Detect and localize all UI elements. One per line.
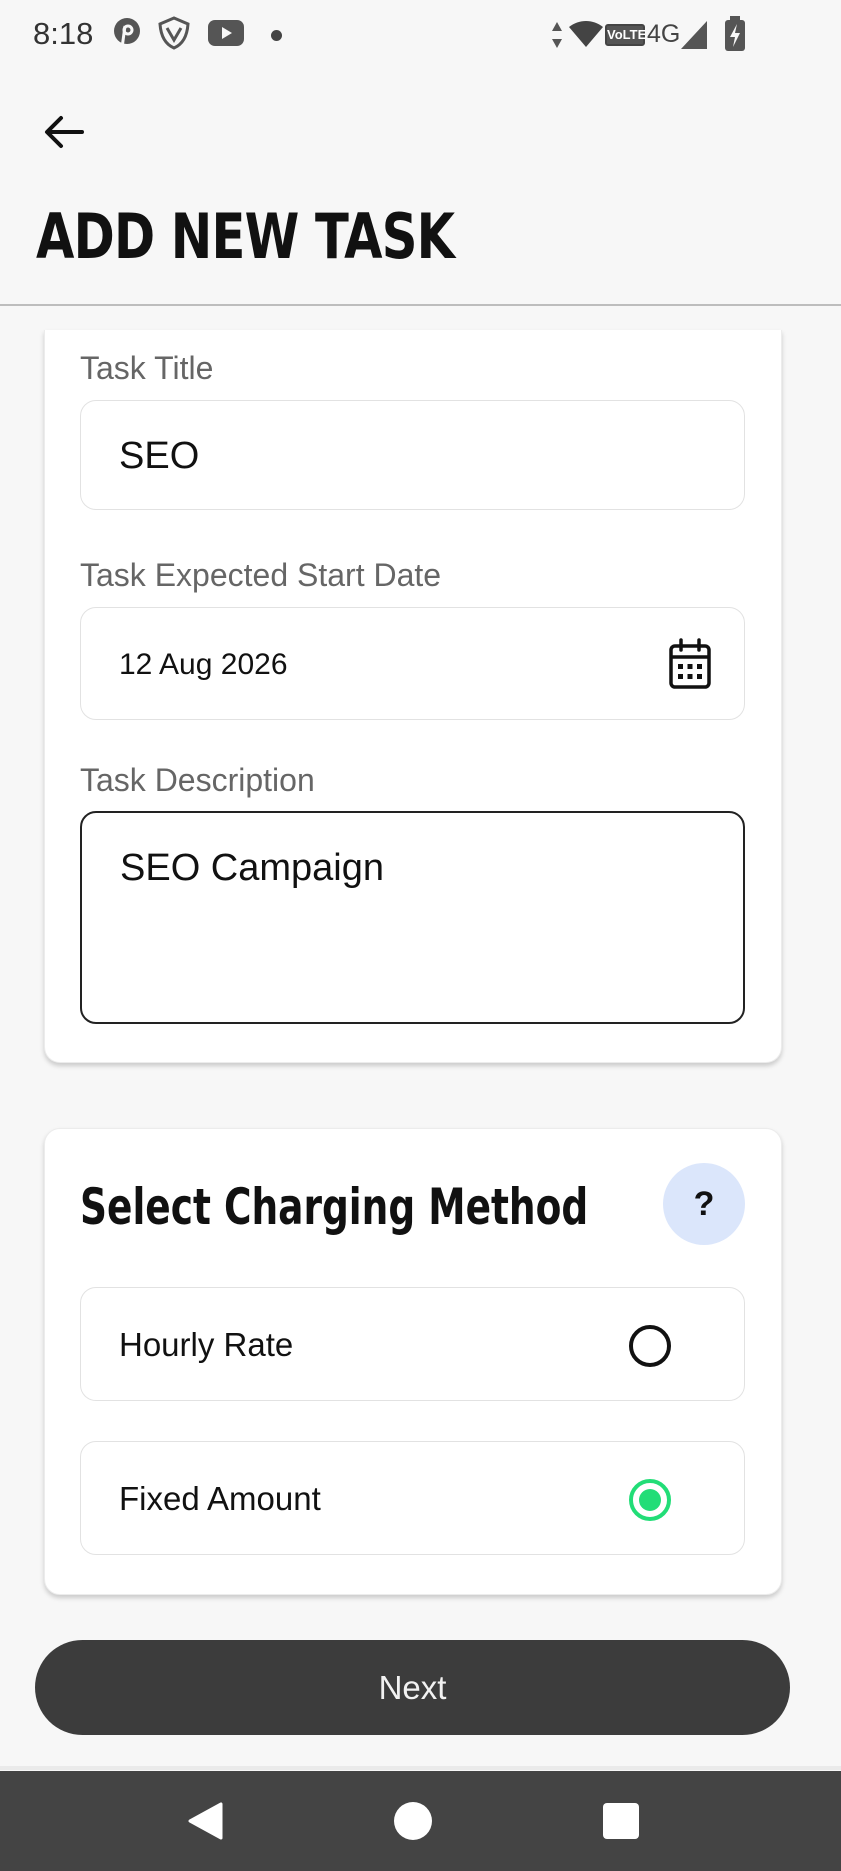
description-value: SEO Campaign: [120, 847, 385, 889]
task-title-input[interactable]: SEO: [80, 400, 745, 510]
volte-icon: VoLTE: [605, 24, 646, 46]
home-circle-icon: [394, 1802, 432, 1840]
notification-dot: [271, 30, 282, 41]
back-button[interactable]: [36, 104, 92, 160]
start-date-label: Task Expected Start Date: [80, 557, 442, 593]
option-hourly-rate-label: Hourly Rate: [119, 1326, 294, 1363]
nav-recents-button[interactable]: [571, 1771, 671, 1871]
header-divider: [0, 304, 841, 306]
back-arrow-icon: [45, 116, 84, 148]
shield-icon: [158, 16, 190, 50]
recents-square-icon: [603, 1803, 639, 1839]
charging-method-title: Select Charging Method: [80, 1178, 589, 1236]
start-date-value: 12 Aug 2026: [119, 648, 288, 681]
bottom-divider: [0, 1766, 841, 1770]
description-label: Task Description: [80, 762, 315, 798]
option-fixed-amount-label: Fixed Amount: [119, 1480, 321, 1517]
page-title: ADD NEW TASK: [36, 200, 455, 273]
nav-back-button[interactable]: [155, 1771, 255, 1871]
option-hourly-rate[interactable]: Hourly Rate: [80, 1287, 745, 1401]
battery-charging-icon: [725, 16, 745, 51]
signal-icon: [681, 21, 707, 49]
start-date-input[interactable]: 12 Aug 2026: [80, 607, 745, 720]
network-type: 4G: [647, 20, 681, 48]
data-arrows-icon: [552, 22, 562, 48]
option-fixed-amount[interactable]: Fixed Amount: [80, 1441, 745, 1555]
status-bar: 8:18 VoLTE 4G: [0, 0, 841, 70]
pinterest-icon: [114, 18, 140, 49]
hourly-rate-radio[interactable]: [629, 1325, 671, 1367]
task-title-label: Task Title: [80, 350, 214, 386]
wifi-icon: [569, 21, 603, 47]
next-button[interactable]: Next: [35, 1640, 790, 1735]
description-input[interactable]: SEO Campaign: [80, 811, 745, 1024]
fixed-amount-radio[interactable]: [629, 1479, 671, 1521]
nav-home-button[interactable]: [363, 1771, 463, 1871]
help-button[interactable]: ?: [663, 1163, 745, 1245]
task-title-value: SEO: [119, 435, 200, 477]
youtube-icon: [208, 20, 244, 46]
status-time: 8:18: [33, 16, 94, 51]
navigation-bar: [0, 1771, 841, 1871]
back-triangle-icon: [188, 1802, 223, 1840]
calendar-icon[interactable]: [668, 638, 712, 690]
